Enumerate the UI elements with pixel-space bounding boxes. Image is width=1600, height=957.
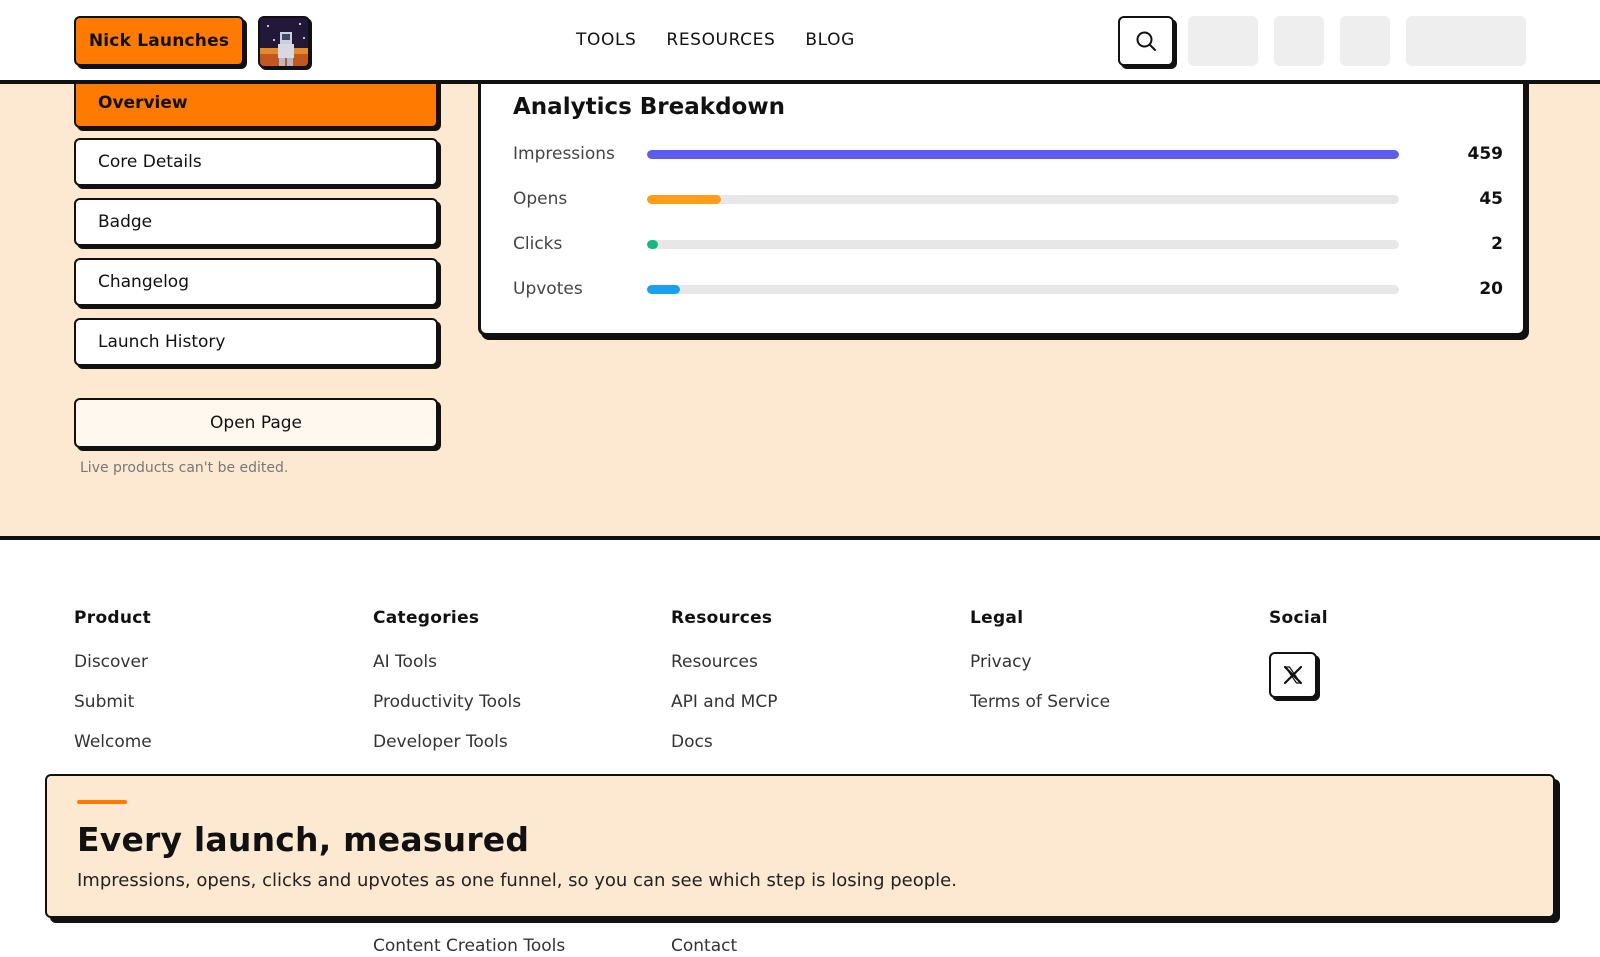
sidebar-item-core-details[interactable]: Core Details	[74, 138, 438, 186]
metric-fill	[647, 240, 659, 249]
footer-col-title: Categories	[373, 608, 480, 628]
edit-note: Live products can't be edited.	[80, 460, 289, 476]
footer-link-productivity-tools[interactable]: Productivity Tools	[373, 692, 521, 732]
footer-link-developer-tools[interactable]: Developer Tools	[373, 732, 521, 772]
metric-value: 2	[1491, 234, 1503, 254]
main-content: Overview Core Details Badge Changelog La…	[0, 78, 1600, 540]
footer-link-docs[interactable]: Docs	[671, 732, 777, 772]
footer-col-social: Social	[1269, 608, 1328, 698]
user-avatar[interactable]	[258, 16, 310, 68]
metric-value: 45	[1479, 189, 1503, 209]
metric-track	[647, 195, 1399, 204]
sidebar-item-changelog[interactable]: Changelog	[74, 258, 438, 306]
sidebar-item-launch-history[interactable]: Launch History	[74, 318, 438, 366]
nav-blog[interactable]: BLOG	[805, 30, 854, 50]
footer-link-resources[interactable]: Resources	[671, 652, 777, 692]
metric-track	[647, 150, 1399, 159]
sidebar-item-overview[interactable]: Overview	[74, 78, 438, 128]
sidebar-item-badge[interactable]: Badge	[74, 198, 438, 246]
footer-link-terms[interactable]: Terms of Service	[970, 692, 1110, 732]
metric-label: Clicks	[513, 234, 563, 254]
metric-upvotes: Upvotes 20	[513, 277, 1503, 303]
metric-clicks: Clicks 2	[513, 232, 1503, 258]
main-nav: TOOLS RESOURCES BLOG	[576, 30, 855, 50]
metric-impressions: Impressions 459	[513, 142, 1503, 168]
header-placeholder-1	[1188, 16, 1258, 66]
footer-link-contact[interactable]: Contact	[671, 936, 737, 956]
metric-value: 20	[1479, 279, 1503, 299]
footer-link-ai-tools[interactable]: AI Tools	[373, 652, 521, 692]
x-logo-icon	[1283, 665, 1303, 685]
footer-col-title: Social	[1269, 608, 1328, 628]
search-button[interactable]	[1118, 16, 1174, 66]
metric-value: 459	[1467, 144, 1504, 164]
analytics-card: Analytics Breakdown Impressions 459 Open…	[478, 78, 1526, 336]
footer-link-welcome[interactable]: Welcome	[74, 732, 152, 772]
open-page-button[interactable]: Open Page	[74, 398, 438, 448]
brand-button[interactable]: Nick Launches	[74, 16, 244, 66]
promo-card: Every launch, measured Impressions, open…	[45, 774, 1555, 918]
nav-tools[interactable]: TOOLS	[576, 30, 636, 50]
metric-fill	[647, 195, 721, 204]
metric-opens: Opens 45	[513, 187, 1503, 213]
header-placeholder-4	[1406, 16, 1526, 66]
footer-col-title: Product	[74, 608, 152, 628]
analytics-title: Analytics Breakdown	[513, 94, 785, 120]
avatar-image	[260, 18, 308, 66]
metric-fill	[647, 285, 680, 294]
footer-link-content-creation-tools[interactable]: Content Creation Tools	[373, 936, 565, 956]
footer-link-submit[interactable]: Submit	[74, 692, 152, 732]
metric-label: Opens	[513, 189, 568, 209]
footer-link-privacy[interactable]: Privacy	[970, 652, 1110, 692]
promo-title: Every launch, measured	[77, 820, 530, 859]
nav-resources[interactable]: RESOURCES	[666, 30, 775, 50]
footer-col-title: Legal	[970, 608, 1024, 628]
header-placeholder-2	[1274, 16, 1324, 66]
search-icon	[1136, 31, 1156, 51]
metric-track	[647, 240, 1399, 249]
footer-link-discover[interactable]: Discover	[74, 652, 152, 692]
metric-fill	[647, 150, 1399, 159]
metric-track	[647, 285, 1399, 294]
site-header: Nick Launches TOOLS RESOURCES BLOG	[0, 0, 1600, 84]
footer-col-legal: Legal Privacy Terms of Service	[970, 608, 1110, 732]
metric-label: Impressions	[513, 144, 615, 164]
x-social-button[interactable]	[1269, 652, 1317, 698]
header-placeholder-3	[1340, 16, 1390, 66]
promo-accent-bar	[77, 800, 127, 804]
promo-text: Impressions, opens, clicks and upvotes a…	[77, 870, 957, 891]
footer-col-product: Product Discover Submit Welcome	[74, 608, 152, 772]
metric-label: Upvotes	[513, 279, 583, 299]
footer-col-categories: Categories AI Tools Productivity Tools D…	[373, 608, 521, 772]
footer-link-api-mcp[interactable]: API and MCP	[671, 692, 777, 732]
footer-col-title: Resources	[671, 608, 773, 628]
footer-col-resources: Resources Resources API and MCP Docs	[671, 608, 777, 772]
